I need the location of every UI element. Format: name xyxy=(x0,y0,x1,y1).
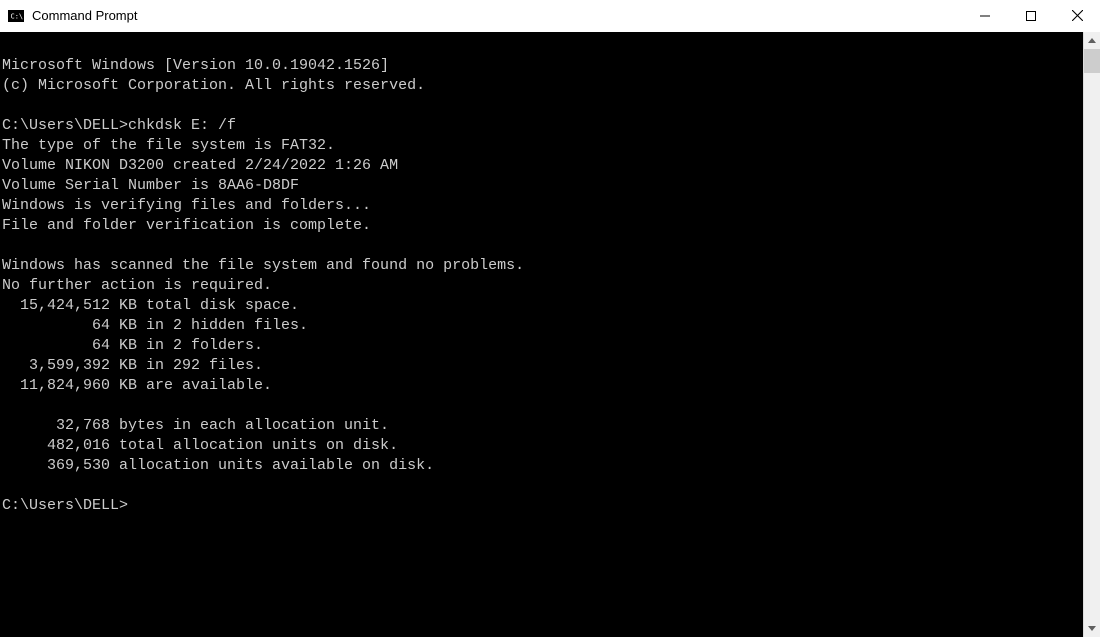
minimize-button[interactable] xyxy=(962,0,1008,31)
console-line: 64 KB in 2 hidden files. xyxy=(2,317,308,334)
console-area-wrapper: Microsoft Windows [Version 10.0.19042.15… xyxy=(0,32,1100,637)
console-line: No further action is required. xyxy=(2,277,272,294)
window-controls xyxy=(962,0,1100,31)
window-title: Command Prompt xyxy=(32,8,962,23)
prompt-path: C:\Users\DELL> xyxy=(2,117,128,134)
maximize-button[interactable] xyxy=(1008,0,1054,31)
console-line: 15,424,512 KB total disk space. xyxy=(2,297,299,314)
window-titlebar: C:\ Command Prompt xyxy=(0,0,1100,32)
console-line: 482,016 total allocation units on disk. xyxy=(2,437,398,454)
console-line: 11,824,960 KB are available. xyxy=(2,377,272,394)
prompt-path: C:\Users\DELL> xyxy=(2,497,128,514)
console-prompt-line: C:\Users\DELL> xyxy=(2,497,128,514)
scrollbar-down-arrow-icon[interactable] xyxy=(1084,620,1100,637)
close-button[interactable] xyxy=(1054,0,1100,31)
svg-text:C:\: C:\ xyxy=(11,12,24,20)
console-line: Windows has scanned the file system and … xyxy=(2,257,524,274)
console-line: Volume Serial Number is 8AA6-D8DF xyxy=(2,177,299,194)
prompt-command: chkdsk E: /f xyxy=(128,117,236,134)
console-line: 3,599,392 KB in 292 files. xyxy=(2,357,263,374)
console-output[interactable]: Microsoft Windows [Version 10.0.19042.15… xyxy=(0,32,1083,637)
console-line: File and folder verification is complete… xyxy=(2,217,371,234)
console-line: Volume NIKON D3200 created 2/24/2022 1:2… xyxy=(2,157,398,174)
scrollbar-up-arrow-icon[interactable] xyxy=(1084,32,1100,49)
console-line: 32,768 bytes in each allocation unit. xyxy=(2,417,389,434)
console-line: 369,530 allocation units available on di… xyxy=(2,457,434,474)
console-line: The type of the file system is FAT32. xyxy=(2,137,335,154)
vertical-scrollbar[interactable] xyxy=(1083,32,1100,637)
console-prompt-line: C:\Users\DELL>chkdsk E: /f xyxy=(2,117,236,134)
console-line: (c) Microsoft Corporation. All rights re… xyxy=(2,77,425,94)
scrollbar-thumb[interactable] xyxy=(1084,49,1100,73)
console-line: 64 KB in 2 folders. xyxy=(2,337,263,354)
console-line: Microsoft Windows [Version 10.0.19042.15… xyxy=(2,57,389,74)
scrollbar-track-space[interactable] xyxy=(1084,73,1100,620)
console-line: Windows is verifying files and folders..… xyxy=(2,197,371,214)
cmd-icon: C:\ xyxy=(8,8,24,24)
